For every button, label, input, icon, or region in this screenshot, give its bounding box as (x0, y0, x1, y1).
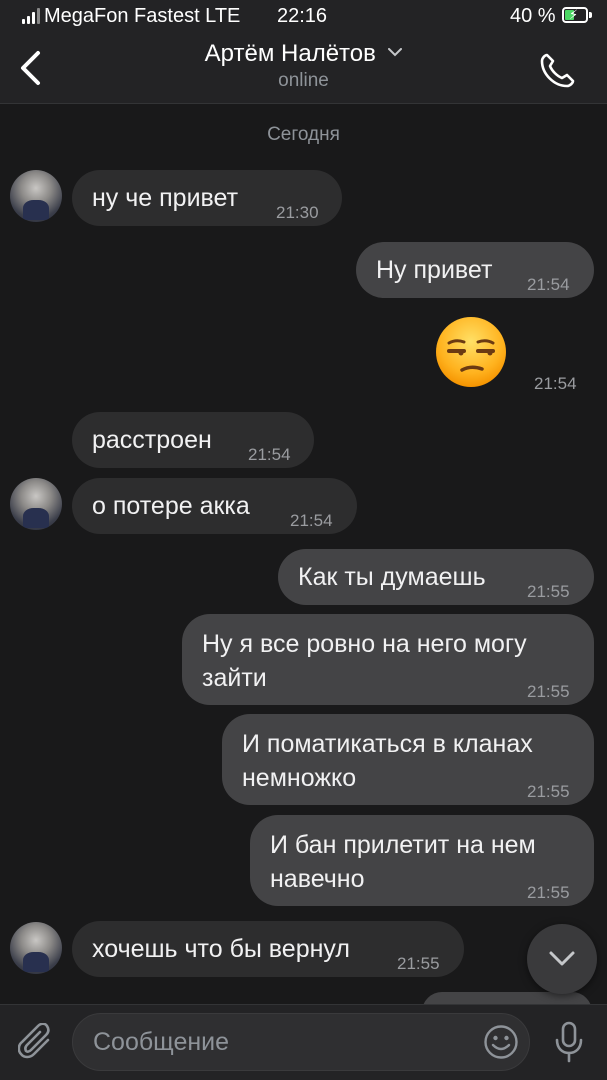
chevron-down-icon[interactable] (388, 48, 403, 57)
battery-percent: 40 % (510, 5, 556, 27)
microphone-icon[interactable] (554, 1021, 584, 1063)
message-text: Ну я все ровно на него могу зайти (202, 630, 527, 692)
message-time: 21:54 (290, 511, 333, 530)
message-composer: Сообщение (0, 1004, 607, 1080)
emoji-icon[interactable] (483, 1024, 519, 1060)
status-bar: MegaFon Fastest LTE 22:16 40 % ⚡ (0, 0, 607, 34)
message-bubble-incoming[interactable]: о потере акка 21:54 (72, 478, 357, 534)
message-list[interactable]: Сегодня ну че привет 21:30 Ну привет 21:… (0, 104, 607, 1004)
avatar[interactable] (10, 170, 62, 222)
paperclip-icon[interactable] (18, 1023, 54, 1061)
message-bubble-outgoing[interactable]: Ну я все ровно на него могу зайти 21:55 (182, 614, 594, 705)
message-text: Как ты думаешь (298, 563, 486, 591)
message-bubble-outgoing[interactable]: И бан прилетит на нем навечно 21:55 (250, 815, 594, 906)
message-bubble-outgoing-partial[interactable] (422, 992, 592, 1004)
date-separator: Сегодня (267, 124, 340, 145)
message-input-placeholder: Сообщение (93, 1028, 230, 1056)
chat-header: Артём Налётов online (0, 34, 607, 104)
chat-title-block[interactable]: Артём Налётов online (0, 40, 607, 92)
message-time: 21:55 (397, 954, 440, 973)
message-time: 21:55 (527, 782, 570, 801)
battery-cap (589, 12, 592, 18)
chevron-down-icon (549, 951, 575, 966)
battery-icon: ⚡ (562, 7, 588, 23)
message-time: 21:55 (527, 883, 570, 902)
contact-name[interactable]: Артём Налётов (205, 40, 376, 68)
message-text: хочешь что бы вернул (92, 935, 350, 963)
unamused-face-emoji[interactable] (434, 315, 508, 389)
message-bubble-outgoing[interactable]: Как ты думаешь 21:55 (278, 549, 594, 605)
signal-icon (22, 8, 40, 24)
status-time: 22:16 (277, 5, 328, 27)
message-text: расстроен (92, 426, 212, 454)
avatar[interactable] (10, 922, 62, 974)
message-time: 21:55 (527, 582, 570, 601)
contact-status: online (278, 70, 329, 91)
message-bubble-outgoing[interactable]: И поматикаться в кланах немножко 21:55 (222, 714, 594, 805)
message-text: ну че привет (92, 184, 239, 212)
message-text: Ну привет (376, 256, 493, 284)
message-input[interactable]: Сообщение (72, 1013, 530, 1071)
message-time: 21:54 (248, 445, 291, 464)
message-time: 21:30 (276, 203, 319, 222)
avatar[interactable] (10, 478, 62, 530)
message-time: 21:55 (527, 682, 570, 701)
message-bubble-incoming[interactable]: расстроен 21:54 (72, 412, 314, 468)
message-text: о потере акка (92, 492, 250, 520)
message-time: 21:54 (527, 275, 570, 294)
message-bubble-incoming[interactable]: хочешь что бы вернул 21:55 (72, 921, 464, 977)
scroll-to-bottom-button[interactable] (527, 924, 597, 994)
message-bubble-incoming[interactable]: ну че привет 21:30 (72, 170, 342, 226)
message-time: 21:54 (534, 374, 577, 393)
phone-icon[interactable] (538, 50, 578, 90)
message-bubble-outgoing[interactable]: Ну привет 21:54 (356, 242, 594, 298)
carrier-name: MegaFon Fastest LTE (44, 5, 241, 27)
